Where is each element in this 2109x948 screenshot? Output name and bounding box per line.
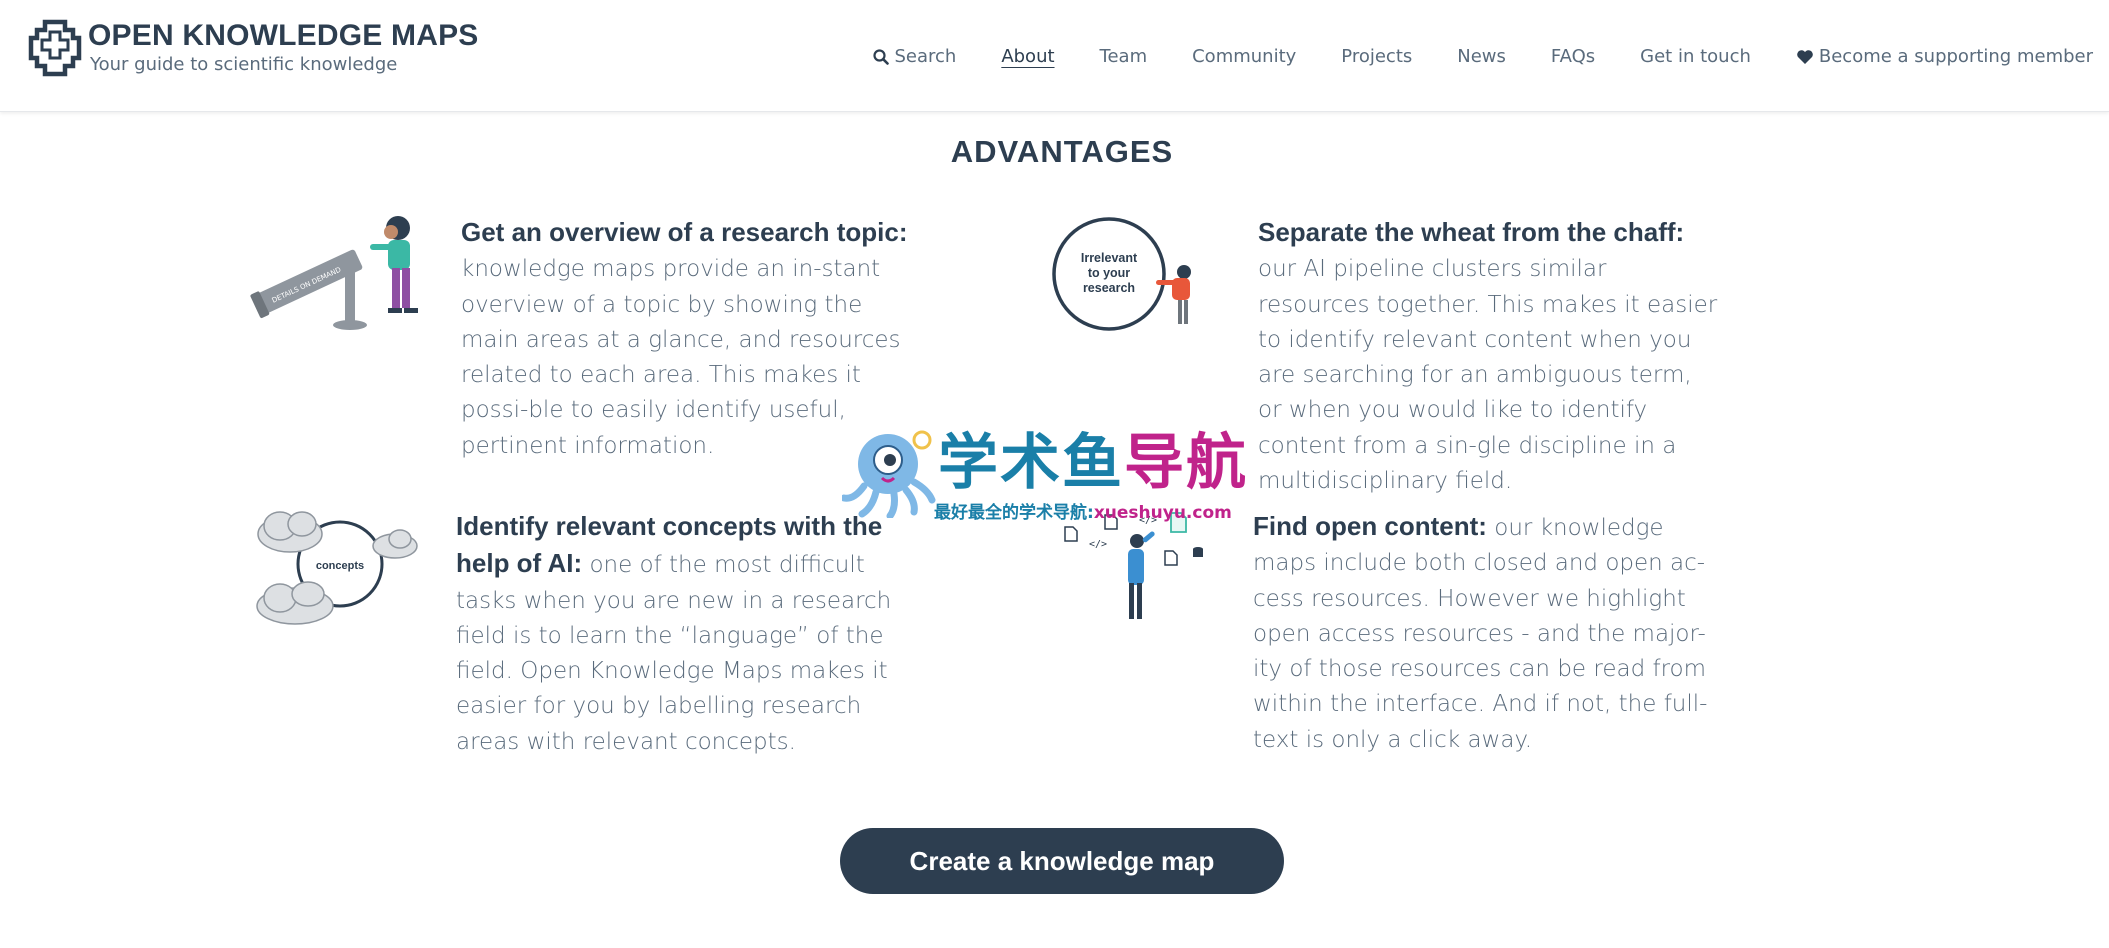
site-header: OPEN KNOWLEDGE MAPS Your guide to scient… bbox=[0, 0, 2109, 112]
concepts-clouds-illustration: concepts bbox=[256, 511, 418, 625]
nav-community[interactable]: Community bbox=[1192, 46, 1296, 67]
nav-about-label: About bbox=[1001, 46, 1055, 67]
nav-community-label: Community bbox=[1192, 46, 1297, 67]
advantage-open-content-lead: Find open content: bbox=[1253, 511, 1487, 541]
svg-text:</>: </> bbox=[1089, 539, 1107, 550]
advantage-overview-body: knowledge maps provide an in-stant overv… bbox=[461, 256, 901, 459]
nav-supporting-member[interactable]: Become a supporting member bbox=[1796, 46, 2093, 67]
advantage-open-content: Find open content: our knowledge maps in… bbox=[1253, 509, 1713, 758]
nav-supporting-member-label: Become a supporting member bbox=[1818, 46, 2093, 67]
watermark: 学术鱼导航 最好最全的学术导航:xueshuyu.com bbox=[842, 426, 1262, 526]
nav-search[interactable]: Search bbox=[873, 46, 956, 67]
nav-faqs[interactable]: FAQs bbox=[1551, 46, 1595, 67]
section-title: ADVANTAGES bbox=[950, 134, 1174, 169]
advantage-separate-body: our AI pipeline clusters similar resourc… bbox=[1258, 256, 1718, 495]
watermark-title-a: 学术鱼 bbox=[938, 428, 1124, 498]
site-logo[interactable]: OPEN KNOWLEDGE MAPS Your guide to scient… bbox=[28, 18, 479, 78]
nav-search-label: Search bbox=[894, 46, 957, 67]
watermark-title-b: 导航 bbox=[1124, 428, 1248, 498]
watermark-subtitle: 最好最全的学术导航:xueshuyu.com bbox=[934, 498, 1232, 523]
create-knowledge-map-button[interactable]: Create a knowledge map bbox=[840, 828, 1284, 894]
nav-team[interactable]: Team bbox=[1100, 46, 1148, 67]
advantage-separate: Separate the wheat from the chaff: our A… bbox=[1258, 215, 1718, 499]
site-subtitle: Your guide to scientific knowledge bbox=[90, 54, 398, 75]
nav-news-label: News bbox=[1457, 46, 1506, 67]
watermark-title: 学术鱼导航 bbox=[938, 428, 1248, 498]
irrelevant-circle-label: Irrelevant to your research bbox=[1081, 251, 1138, 295]
nav-projects[interactable]: Projects bbox=[1341, 46, 1412, 67]
nav-projects-label: Projects bbox=[1341, 46, 1413, 67]
nav-faqs-label: FAQs bbox=[1550, 46, 1596, 67]
watermark-sub-b: xueshuyu.com bbox=[1093, 503, 1232, 523]
main-nav: Search About Team Community Projects New… bbox=[828, 46, 2093, 67]
nav-get-in-touch[interactable]: Get in touch bbox=[1640, 46, 1751, 67]
logo-icon bbox=[28, 19, 82, 77]
nav-team-label: Team bbox=[1099, 46, 1148, 67]
advantage-open-content-body: our knowledge maps include both closed a… bbox=[1253, 515, 1708, 753]
advantage-concepts: Identify relevant concepts with the help… bbox=[456, 509, 916, 760]
nav-news[interactable]: News bbox=[1457, 46, 1506, 67]
watermark-sub-a: 最好最全的学术导航: bbox=[934, 503, 1094, 523]
nav-about[interactable]: About bbox=[1001, 46, 1054, 67]
advantage-overview-lead: Get an overview of a research topic: bbox=[461, 217, 908, 247]
irrelevant-circle-illustration: Irrelevant to your research bbox=[1052, 217, 1191, 331]
site-title: OPEN KNOWLEDGE MAPS bbox=[88, 19, 479, 52]
advantage-separate-lead: Separate the wheat from the chaff: bbox=[1258, 217, 1685, 247]
heart-icon bbox=[1797, 49, 1813, 64]
telescope-illustration: DETAILS ON DEMAND bbox=[250, 216, 418, 330]
nav-get-in-touch-label: Get in touch bbox=[1640, 46, 1751, 67]
concepts-label: concepts bbox=[316, 560, 364, 572]
advantage-concepts-body: one of the most difficult tasks when you… bbox=[456, 552, 892, 755]
octopus-mascot-icon bbox=[842, 430, 936, 518]
search-icon bbox=[873, 48, 890, 65]
